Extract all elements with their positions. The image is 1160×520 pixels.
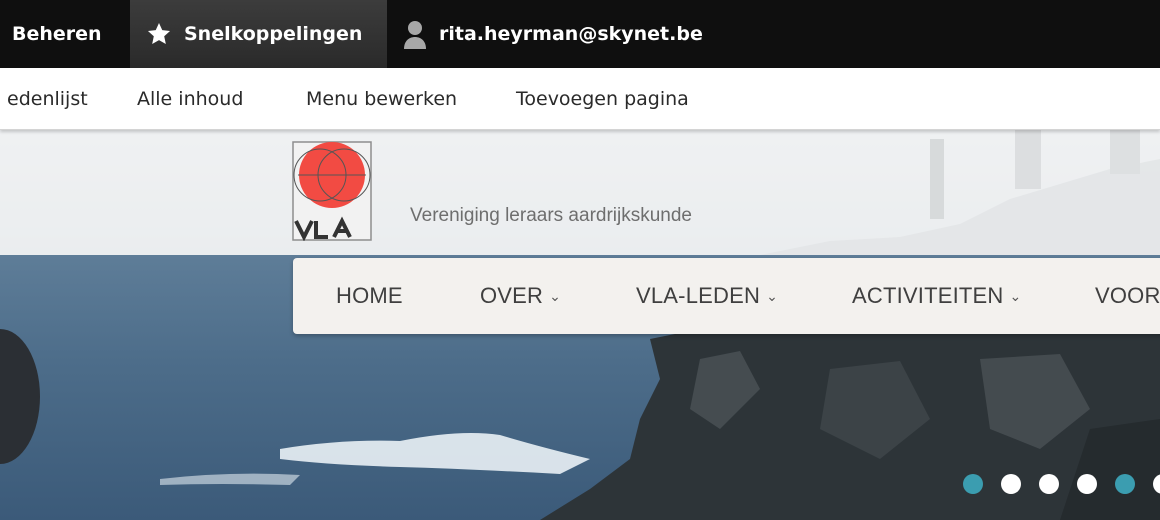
chevron-down-icon: ⌄	[549, 287, 562, 304]
slider-dot[interactable]	[963, 474, 983, 494]
slider-dot[interactable]	[1153, 474, 1160, 494]
star-icon	[146, 21, 172, 47]
toolbar-tray: edenlijst Alle inhoud Menu bewerken Toev…	[0, 68, 1160, 130]
slider-dot[interactable]	[1115, 474, 1135, 494]
slider-dot[interactable]	[1039, 474, 1059, 494]
nav-item-home[interactable]: HOME	[336, 258, 403, 334]
nav-item-label: VLA-LEDEN	[636, 283, 761, 308]
nav-item-label: ACTIVITEITEN	[852, 283, 1004, 308]
tray-item-label: Alle inhoud	[137, 87, 244, 110]
toolbar-beheren[interactable]: Beheren	[12, 0, 102, 68]
site-slogan: Vereniging leraars aardrijkskunde	[410, 205, 692, 226]
shortcuts-label: Snelkoppelingen	[184, 23, 363, 45]
tray-item-menu-bewerken[interactable]: Menu bewerken	[306, 68, 457, 129]
tray-item-ledenlijst[interactable]: edenlijst	[7, 68, 88, 129]
vla-logo-icon	[292, 141, 372, 242]
main-navigation: HOME OVER ⌄ VLA-LEDEN ⌄ ACTIVITEITEN ⌄ V…	[293, 258, 1160, 334]
tray-item-toevoegen-pagina[interactable]: Toevoegen pagina	[516, 68, 689, 129]
user-label: rita.heyrman@skynet.be	[439, 23, 703, 45]
chevron-down-icon: ⌄	[766, 287, 779, 304]
tray-item-alle-inhoud[interactable]: Alle inhoud	[137, 68, 243, 129]
admin-toolbar: Beheren Snelkoppelingen rita.heyrman@sky…	[0, 0, 1160, 68]
nav-item-vla-leden[interactable]: VLA-LEDEN ⌄	[636, 258, 778, 334]
nav-item-label: VOOR	[1095, 283, 1160, 308]
nav-item-label: OVER	[480, 283, 544, 308]
nav-item-voor[interactable]: VOOR	[1095, 258, 1160, 334]
nav-item-over[interactable]: OVER ⌄	[480, 258, 561, 334]
slider-dot[interactable]	[1001, 474, 1021, 494]
slider-pager	[963, 474, 1160, 494]
beheren-label: Beheren	[12, 23, 102, 45]
tray-item-label: Menu bewerken	[306, 87, 458, 110]
tray-item-label: edenlijst	[7, 87, 88, 110]
site-header	[0, 129, 1160, 255]
nav-item-label: HOME	[336, 283, 403, 308]
site-logo[interactable]	[292, 141, 372, 242]
toolbar-user[interactable]: rita.heyrman@skynet.be	[403, 0, 703, 68]
toolbar-shortcuts[interactable]: Snelkoppelingen	[130, 0, 387, 68]
nav-item-activiteiten[interactable]: ACTIVITEITEN ⌄	[852, 258, 1021, 334]
user-icon	[403, 19, 427, 49]
chevron-down-icon: ⌄	[1009, 287, 1022, 304]
tray-item-label: Toevoegen pagina	[516, 87, 689, 110]
slider-dot[interactable]	[1077, 474, 1097, 494]
hero-slider: Vereniging leraars aardrijkskunde HOME O…	[0, 129, 1160, 520]
